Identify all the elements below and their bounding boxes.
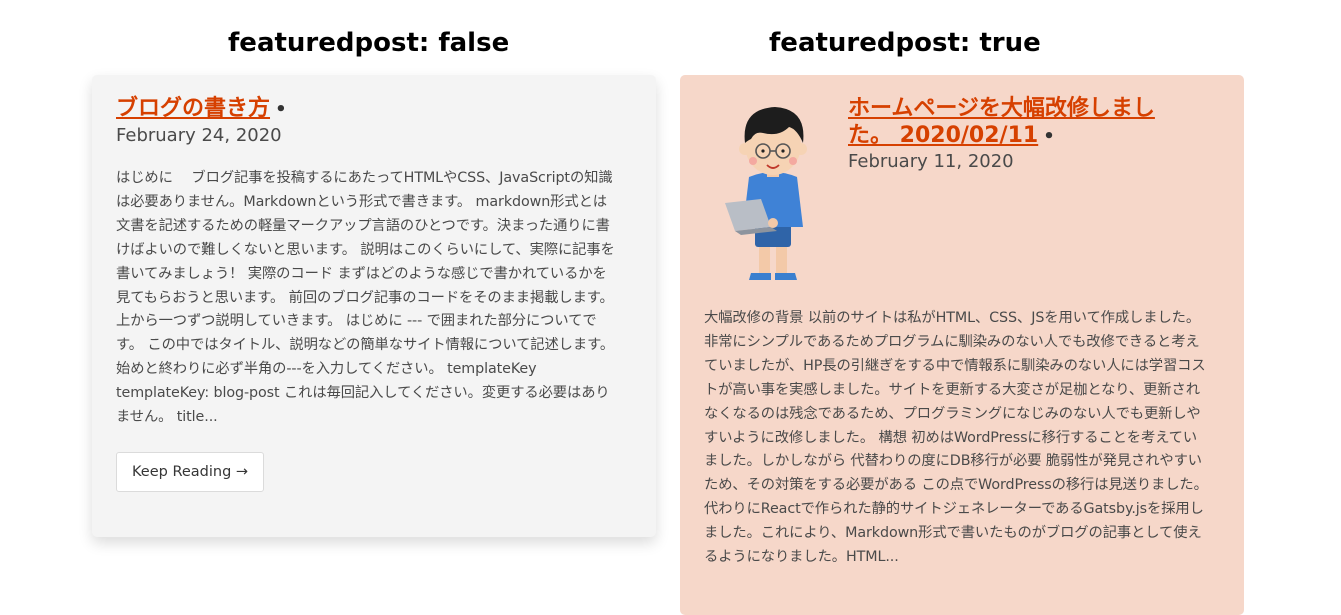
section-heading-not-featured: featuredpost: false bbox=[228, 28, 510, 58]
title-separator: • bbox=[1043, 126, 1055, 147]
post-date: February 11, 2020 bbox=[848, 151, 1014, 172]
featured-post-header: ホームページを大幅改修しました。 2020/02/11 • February 1… bbox=[704, 95, 1220, 285]
post-card-not-featured: ブログの書き方 • February 24, 2020 はじめに ブログ記事を投… bbox=[92, 75, 656, 537]
keep-reading-button[interactable]: Keep Reading → bbox=[116, 451, 265, 492]
post-header: ブログの書き方 • bbox=[116, 95, 632, 123]
post-title-link[interactable]: ホームページを大幅改修しました。 2020/02/11 bbox=[848, 96, 1155, 148]
title-separator: • bbox=[275, 99, 287, 120]
post-excerpt: 大幅改修の背景 以前のサイトは私がHTML、CSS、JSを用いて作成しました。非… bbox=[704, 310, 1208, 566]
boy-with-laptop-icon bbox=[725, 107, 807, 280]
post-date: February 24, 2020 bbox=[116, 125, 282, 146]
post-card-featured: ホームページを大幅改修しました。 2020/02/11 • February 1… bbox=[680, 75, 1244, 615]
post-excerpt: はじめに ブログ記事を投稿するにあたってHTMLやCSS、JavaScriptの… bbox=[116, 170, 615, 426]
post-title-link[interactable]: ブログの書き方 bbox=[116, 96, 270, 121]
section-heading-featured: featuredpost: true bbox=[769, 28, 1041, 58]
featured-post-title-block: ホームページを大幅改修しました。 2020/02/11 • February 1… bbox=[848, 95, 1193, 285]
